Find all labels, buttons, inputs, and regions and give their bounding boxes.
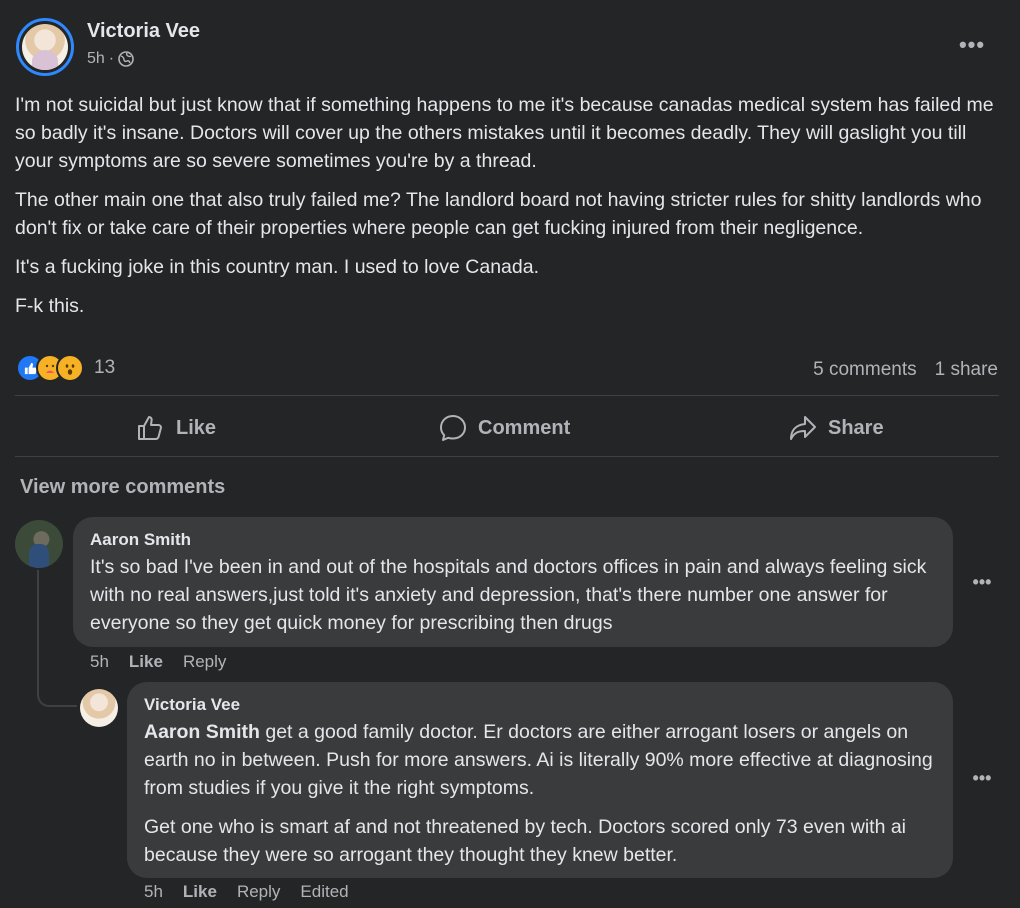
comment-text: It's so bad I've been in and out of the … [90, 553, 937, 637]
post-body: I'm not suicidal but just know that if s… [15, 91, 1000, 331]
post-paragraph: It's a fucking joke in this country man.… [15, 256, 540, 278]
comment-bubble: Aaron Smith It's so bad I've been in and… [73, 517, 953, 647]
comment-bubble-icon [440, 415, 466, 441]
like-button-label: Like [176, 416, 217, 439]
post-paragraph: I'm not suicidal but just know that if s… [15, 94, 994, 172]
globe-icon [118, 51, 134, 67]
comment-options-more-icon[interactable]: ••• [967, 570, 997, 594]
reply-text-paragraph: Get one who is smart af and not threaten… [144, 816, 907, 866]
comment-time[interactable]: 5h [90, 652, 109, 672]
reply-text-paragraph: Aaron Smith get a good family doctor. Er… [144, 718, 937, 802]
mention-link[interactable]: Aaron Smith [144, 721, 260, 743]
thumbs-up-icon [138, 416, 162, 440]
author-avatar[interactable] [16, 18, 74, 76]
comment-like-button[interactable]: Like [129, 652, 163, 672]
reaction-count[interactable]: 13 [94, 357, 115, 379]
post-paragraph: F-k this. [15, 295, 85, 317]
comment-reply-button[interactable]: Reply [183, 652, 226, 672]
post-paragraph: The other main one that also truly faile… [15, 189, 982, 239]
comment-actions: 5h Like Reply [90, 652, 226, 672]
reply-bubble: Victoria Vee Aaron Smith get a good fami… [127, 682, 953, 878]
post-meta: 5h · [87, 50, 134, 68]
post-options-more-icon[interactable]: ••• [955, 30, 989, 60]
edited-label[interactable]: Edited [300, 882, 348, 902]
commenter-avatar[interactable] [15, 520, 63, 568]
comment-text-paragraph: It's so bad I've been in and out of the … [90, 556, 927, 634]
reply-text: Aaron Smith get a good family doctor. Er… [144, 718, 937, 869]
reactions-summary[interactable]: 13 [16, 354, 115, 382]
reply-author-avatar[interactable] [80, 689, 118, 727]
shares-count[interactable]: 1 share [935, 359, 998, 381]
reply-like-button[interactable]: Like [183, 882, 217, 902]
reply-reply-button[interactable]: Reply [237, 882, 280, 902]
like-button[interactable]: Like [136, 408, 216, 448]
share-arrow-icon [790, 416, 816, 440]
post-card: Victoria Vee 5h · ••• I'm not suicidal b… [0, 0, 1020, 908]
comment-button-label: Comment [478, 416, 571, 439]
wow-reaction-icon [56, 354, 84, 382]
meta-separator: · [108, 50, 115, 67]
post-time[interactable]: 5h [87, 50, 105, 68]
view-more-comments-link[interactable]: View more comments [20, 476, 225, 499]
reply-text-content: get a good family doctor. Er doctors are… [144, 721, 933, 799]
comment-author[interactable]: Aaron Smith [90, 530, 937, 550]
share-button[interactable]: Share [788, 408, 884, 448]
divider [15, 395, 999, 396]
reply-options-more-icon[interactable]: ••• [967, 766, 997, 790]
author-avatar-image [22, 24, 68, 70]
divider [15, 456, 999, 457]
reply-actions: 5h Like Reply Edited [144, 882, 349, 902]
reply-thread-line [37, 570, 77, 707]
comment-button[interactable]: Comment [438, 408, 570, 448]
reply-time[interactable]: 5h [144, 882, 163, 902]
comments-count[interactable]: 5 comments [813, 359, 916, 381]
engagement-counts: 5 comments 1 share [813, 359, 998, 381]
share-button-label: Share [828, 416, 884, 439]
post-author-name[interactable]: Victoria Vee [87, 20, 200, 43]
reply-author[interactable]: Victoria Vee [144, 695, 937, 715]
